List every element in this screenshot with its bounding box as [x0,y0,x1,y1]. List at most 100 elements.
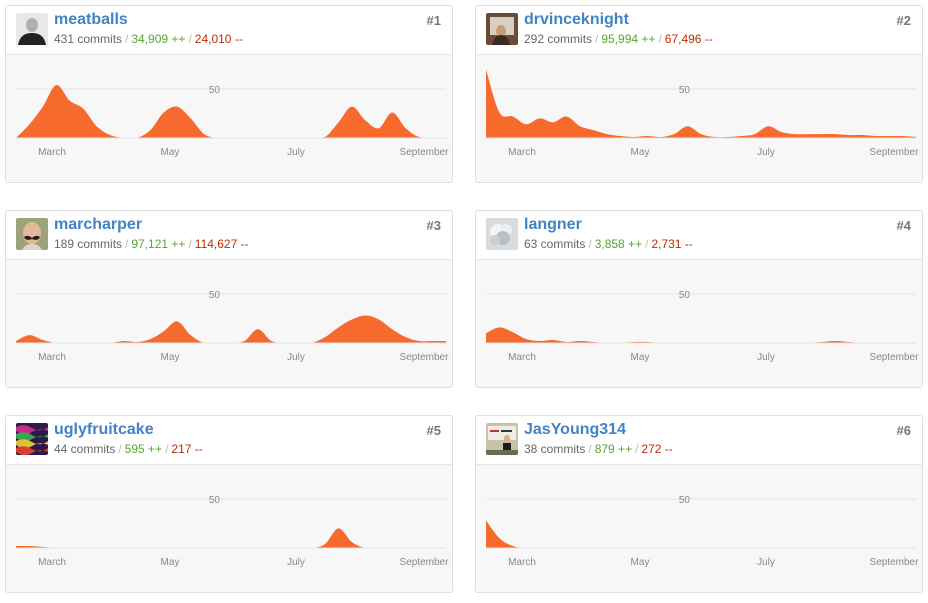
y-tick-label: 50 [209,495,221,506]
username-link[interactable]: uglyfruitcake [54,420,154,440]
deletions-count: 272 -- [641,442,673,456]
x-tick-may: May [631,557,650,568]
y-tick-label: 50 [679,290,691,301]
username-link[interactable]: langner [524,215,582,235]
x-tick-september: September [400,147,450,158]
x-tick-may: May [631,147,650,158]
commit-count: 38 commits [524,442,586,456]
deletions-count: 114,627 -- [194,237,249,251]
rank-label: #2 [896,13,911,28]
contribution-stats: 38 commits/879 ++/272 -- [524,442,673,456]
card-header: marcharper 189 commits/97,121 ++/114,627… [6,211,452,260]
deletions-count: 24,010 -- [194,32,243,46]
deletions-count: 67,496 -- [664,32,713,46]
deletions-count: 217 -- [171,442,203,456]
y-tick-label: 50 [679,495,691,506]
commit-activity-chart: 50 March May July September [6,465,452,592]
commit-activity-chart: 50 March May July September [476,465,922,592]
y-tick-label: 50 [209,290,221,301]
rank-label: #6 [896,423,911,438]
contribution-stats: 431 commits/34,909 ++/24,010 -- [54,32,243,46]
additions-count: 3,858 ++ [594,237,643,251]
commit-count: 431 commits [54,32,123,46]
commit-area-series [486,520,916,548]
commit-area-series [16,528,446,548]
x-tick-may: May [161,557,180,568]
card-header: meatballs 431 commits/34,909 ++/24,010 -… [6,6,452,55]
contribution-stats: 189 commits/97,121 ++/114,627 -- [54,237,249,251]
x-tick-july: July [757,352,775,363]
avatar[interactable] [16,423,48,455]
additions-count: 879 ++ [594,442,633,456]
card-header: uglyfruitcake 44 commits/595 ++/217 -- #… [6,416,452,465]
y-tick-label: 50 [209,85,221,96]
x-tick-march: March [508,147,536,158]
x-tick-july: July [757,147,775,158]
commit-activity-chart: 50 March May July September [476,55,922,182]
card-header: drvinceknight 292 commits/95,994 ++/67,4… [476,6,922,55]
commit-count: 292 commits [524,32,593,46]
rank-label: #1 [426,13,441,28]
commit-area-series [16,315,446,343]
commit-area-series [486,69,916,138]
additions-count: 34,909 ++ [131,32,186,46]
commit-area-chart: 50 March May July September [486,495,920,568]
x-tick-september: September [870,352,920,363]
commit-activity-chart: 50 March May July September [476,260,922,387]
commit-count: 189 commits [54,237,123,251]
commit-activity-chart: 50 March May July September [6,260,452,387]
x-tick-march: March [38,147,66,158]
rank-label: #4 [896,218,911,233]
additions-count: 595 ++ [124,442,163,456]
avatar[interactable] [486,423,518,455]
commit-area-chart: 50 March May July September [16,290,450,363]
commit-count: 44 commits [54,442,116,456]
contribution-stats: 63 commits/3,858 ++/2,731 -- [524,237,693,251]
x-tick-september: September [870,557,920,568]
contributor-card-4: langner 63 commits/3,858 ++/2,731 -- #4 … [475,210,923,388]
username-link[interactable]: drvinceknight [524,10,629,30]
contributor-card-6: JasYoung314 38 commits/879 ++/272 -- #6 … [475,415,923,593]
x-tick-may: May [631,352,650,363]
x-tick-july: July [287,147,305,158]
x-tick-march: March [38,352,66,363]
x-tick-march: March [508,352,536,363]
username-link[interactable]: meatballs [54,10,128,30]
x-tick-september: September [400,352,450,363]
commit-area-chart: 50 March May July September [16,495,450,568]
x-tick-march: March [508,557,536,568]
avatar[interactable] [486,218,518,250]
additions-count: 97,121 ++ [131,237,186,251]
commit-area-series [16,85,446,138]
x-tick-july: July [287,557,305,568]
commit-area-series [486,327,916,343]
x-tick-september: September [400,557,450,568]
rank-label: #5 [426,423,441,438]
card-header: langner 63 commits/3,858 ++/2,731 -- #4 [476,211,922,260]
contributor-card-3: marcharper 189 commits/97,121 ++/114,627… [5,210,453,388]
contribution-stats: 292 commits/95,994 ++/67,496 -- [524,32,713,46]
contributor-card-1: meatballs 431 commits/34,909 ++/24,010 -… [5,5,453,183]
x-tick-may: May [161,147,180,158]
commit-area-chart: 50 March May July September [16,85,450,158]
avatar[interactable] [16,13,48,45]
deletions-count: 2,731 -- [651,237,693,251]
commit-activity-chart: 50 March May July September [6,55,452,182]
x-tick-may: May [161,352,180,363]
commit-count: 63 commits [524,237,586,251]
username-link[interactable]: marcharper [54,215,142,235]
avatar[interactable] [16,218,48,250]
card-header: JasYoung314 38 commits/879 ++/272 -- #6 [476,416,922,465]
x-tick-july: July [757,557,775,568]
username-link[interactable]: JasYoung314 [524,420,626,440]
x-tick-september: September [870,147,920,158]
avatar[interactable] [486,13,518,45]
contributor-card-2: drvinceknight 292 commits/95,994 ++/67,4… [475,5,923,183]
contribution-stats: 44 commits/595 ++/217 -- [54,442,203,456]
rank-label: #3 [426,218,441,233]
y-tick-label: 50 [679,85,691,96]
x-tick-march: March [38,557,66,568]
contributor-card-5: uglyfruitcake 44 commits/595 ++/217 -- #… [5,415,453,593]
commit-area-chart: 50 March May July September [486,290,920,363]
commit-area-chart: 50 March May July September [486,69,920,158]
